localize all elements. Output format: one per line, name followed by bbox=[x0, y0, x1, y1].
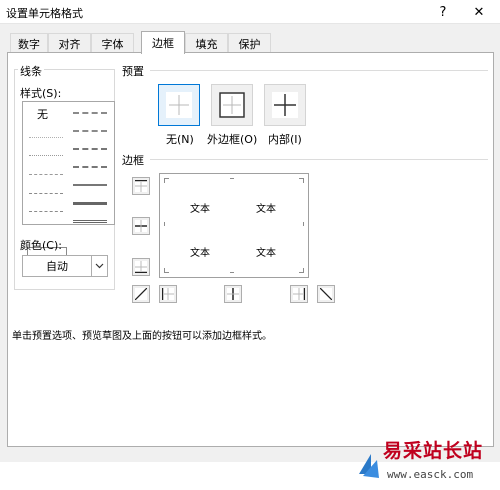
color-dropdown[interactable]: 自动 bbox=[22, 255, 108, 277]
tab-protection[interactable]: 保护 bbox=[228, 33, 271, 53]
border-inside-vertical-button[interactable] bbox=[224, 285, 242, 303]
presets-divider bbox=[150, 70, 488, 71]
border-right-button[interactable] bbox=[290, 285, 308, 303]
style-option-dash-dot[interactable] bbox=[29, 193, 63, 194]
help-button[interactable]: ? bbox=[433, 2, 453, 22]
preset-inside-icon bbox=[272, 92, 298, 118]
border-left-icon bbox=[161, 288, 174, 300]
style-option-slant-dash-dot[interactable] bbox=[73, 130, 107, 132]
preview-corner-mark bbox=[299, 178, 304, 183]
tab-font[interactable]: 字体 bbox=[91, 33, 134, 53]
preview-corner-mark bbox=[299, 222, 304, 226]
preview-corner-mark bbox=[230, 178, 234, 183]
chevron-down-icon[interactable] bbox=[91, 256, 107, 276]
preset-outline-button[interactable] bbox=[211, 84, 253, 126]
preset-inside-button[interactable] bbox=[264, 84, 306, 126]
style-option-dotted[interactable] bbox=[29, 155, 63, 156]
preview-corner-mark bbox=[164, 268, 169, 273]
preset-outline-label: 外边框(O) bbox=[207, 133, 258, 146]
preset-none-label: 无(N) bbox=[166, 133, 194, 146]
border-diagonal-up-button[interactable] bbox=[132, 285, 150, 303]
tab-alignment[interactable]: 对齐 bbox=[48, 33, 91, 53]
watermark-logo: 易采站长站 www.easck.com bbox=[357, 430, 500, 490]
presets-label: 预置 bbox=[122, 65, 144, 78]
line-style-list[interactable]: 无 bbox=[22, 101, 115, 257]
tab-number[interactable]: 数字 bbox=[10, 33, 48, 53]
preview-corner-mark bbox=[299, 268, 304, 273]
color-value: 自动 bbox=[46, 260, 68, 273]
border-tab-panel: 线条 样式(S): 无 颜色(C): 自动 预置 无(N) 外边框(O) 内部(… bbox=[7, 52, 494, 447]
preset-none-icon bbox=[166, 92, 192, 118]
preview-corner-mark bbox=[164, 222, 169, 226]
style-label: 样式(S): bbox=[20, 87, 62, 100]
border-top-icon bbox=[135, 179, 147, 192]
border-label: 边框 bbox=[122, 154, 144, 167]
style-option-double[interactable] bbox=[73, 220, 107, 223]
dialog-title: 设置单元格格式 bbox=[6, 7, 83, 20]
border-left-button[interactable] bbox=[159, 285, 177, 303]
watermark-url: www.easck.com bbox=[387, 468, 474, 481]
style-option-medium-dashed[interactable] bbox=[73, 166, 107, 168]
line-group-label: 线条 bbox=[18, 63, 44, 79]
preview-corner-mark bbox=[164, 178, 169, 183]
style-option-medium[interactable] bbox=[73, 184, 107, 186]
watermark-title: 易采站长站 bbox=[383, 440, 484, 462]
preview-corner-mark bbox=[230, 268, 234, 273]
border-inside-vertical-icon bbox=[227, 288, 239, 300]
style-option-dash-dot-dot[interactable] bbox=[29, 174, 63, 175]
diagonal-down-icon bbox=[319, 287, 333, 301]
border-top-button[interactable] bbox=[132, 177, 150, 195]
preset-outline-icon bbox=[219, 92, 245, 118]
diagonal-up-icon bbox=[134, 287, 148, 301]
preset-none-button[interactable] bbox=[158, 84, 200, 126]
border-bottom-button[interactable] bbox=[132, 258, 150, 276]
hint-text: 单击预置选项、预览草图及上面的按钮可以添加边框样式。 bbox=[12, 331, 272, 342]
style-none-option[interactable]: 无 bbox=[37, 106, 48, 122]
style-option-medium-dash-dot[interactable] bbox=[73, 148, 107, 150]
color-label: 颜色(C): bbox=[20, 239, 62, 252]
style-option-dashed[interactable] bbox=[29, 211, 63, 212]
style-option-hair[interactable] bbox=[29, 137, 63, 138]
tab-border[interactable]: 边框 bbox=[141, 31, 185, 54]
border-preview[interactable]: 文本 文本 文本 文本 bbox=[159, 173, 309, 278]
preview-text: 文本 bbox=[256, 248, 276, 259]
style-option-thick[interactable] bbox=[73, 202, 107, 205]
tab-fill[interactable]: 填充 bbox=[185, 33, 228, 53]
preview-text: 文本 bbox=[190, 248, 210, 259]
border-bottom-icon bbox=[135, 261, 147, 274]
preview-text: 文本 bbox=[190, 204, 210, 215]
border-diagonal-down-button[interactable] bbox=[317, 285, 335, 303]
close-button[interactable]: ✕ bbox=[469, 2, 489, 22]
preview-text: 文本 bbox=[256, 204, 276, 215]
style-option-medium-dash-dot-dot[interactable] bbox=[73, 112, 107, 114]
border-divider bbox=[150, 159, 488, 160]
title-bar: 设置单元格格式 ? ✕ bbox=[0, 0, 500, 24]
border-inside-horizontal-button[interactable] bbox=[132, 217, 150, 235]
border-right-icon bbox=[293, 288, 306, 300]
preset-inside-label: 内部(I) bbox=[268, 133, 302, 146]
border-inside-horizontal-icon bbox=[135, 220, 147, 232]
